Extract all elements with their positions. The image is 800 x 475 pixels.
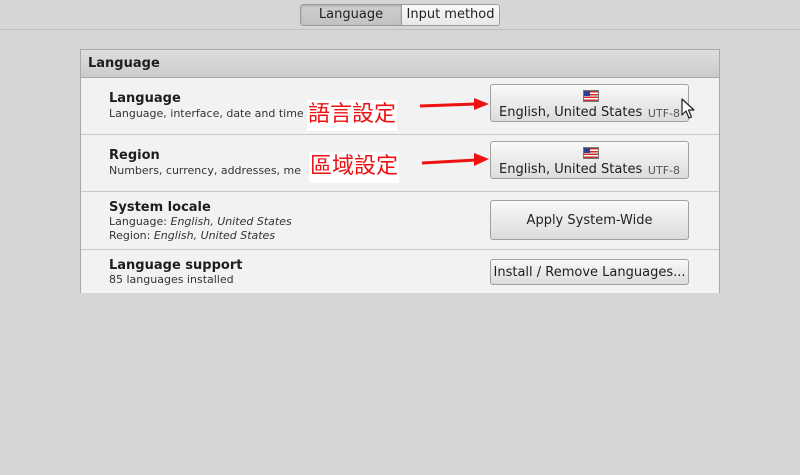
tab-input-method[interactable]: Input method [402,5,499,25]
top-toolbar: Language Input method [0,0,800,30]
tab-language[interactable]: Language [301,5,402,25]
system-locale-language-value: English, United States [170,215,292,228]
system-locale-language: Language: English, United States [109,215,292,228]
language-support-row: Language support 85 languages installed … [81,250,719,293]
region-button-encoding: UTF-8 [647,164,680,177]
language-button-label: English, United States [499,105,643,120]
language-select-button[interactable]: English, United States UTF-8 [490,84,689,122]
system-locale-region-prefix: Region: [109,229,154,242]
region-select-button[interactable]: English, United States UTF-8 [490,141,689,179]
language-row-title: Language [109,91,181,106]
language-row-subtitle: Language, interface, date and time [109,107,304,120]
region-button-label: English, United States [499,162,643,177]
us-flag-icon [583,90,599,102]
annotation-language-setting: 語言設定 [307,100,398,131]
install-remove-languages-button[interactable]: Install / Remove Languages... [490,259,689,285]
panel-title: Language [81,50,719,78]
apply-system-wide-button[interactable]: Apply System-Wide [490,200,689,240]
annotation-region-setting: 區域設定 [309,152,400,183]
language-support-title: Language support [109,258,243,273]
region-row-subtitle: Numbers, currency, addresses, me [109,164,302,177]
system-locale-region-value: English, United States [153,229,276,242]
tab-switcher: Language Input method [300,4,500,26]
system-locale-region: Region: English, United States [109,229,275,242]
system-locale-row: System locale Language: English, United … [81,192,719,250]
language-row: Language Language, interface, date and t… [81,78,719,135]
us-flag-icon [583,147,599,159]
language-settings-panel: Language Language Language, interface, d… [80,49,720,293]
language-button-encoding: UTF-8 [647,107,680,120]
language-support-subtitle: 85 languages installed [109,273,234,286]
region-row: Region Numbers, currency, addresses, me … [81,135,719,192]
mouse-cursor-icon [681,98,695,119]
region-row-title: Region [109,148,160,163]
system-locale-title: System locale [109,200,211,215]
system-locale-language-prefix: Language: [109,215,171,228]
